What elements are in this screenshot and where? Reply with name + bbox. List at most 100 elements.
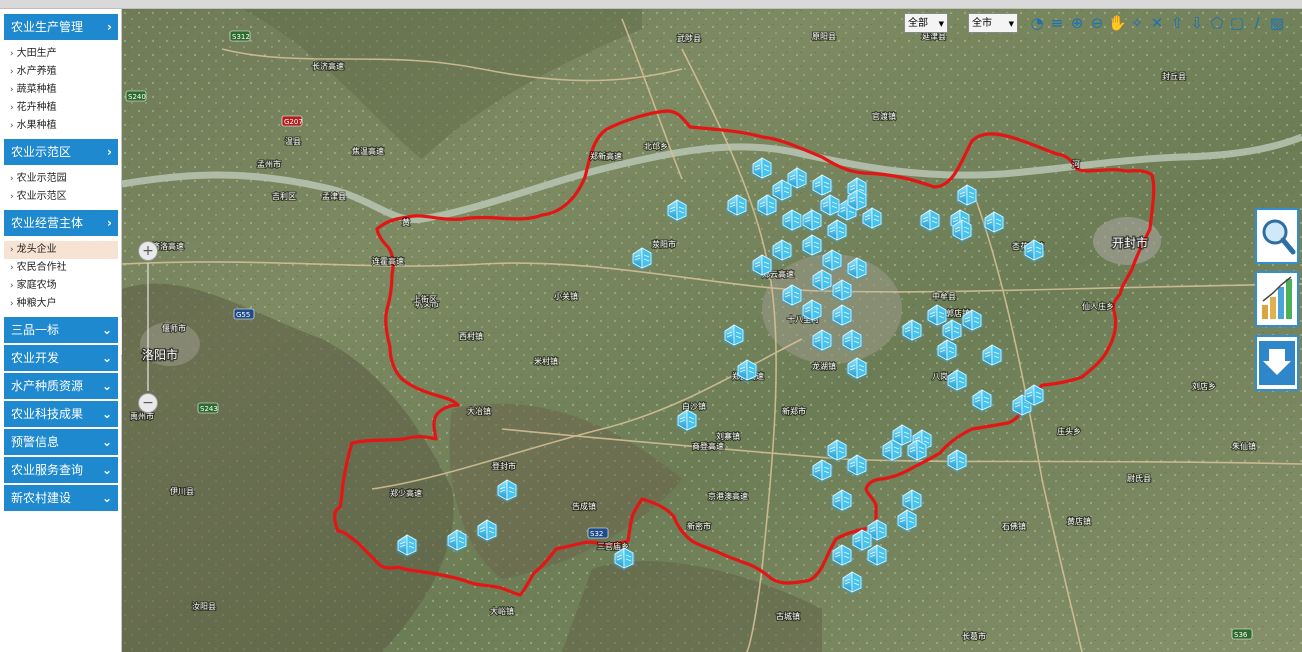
town-label: 刘店乡 bbox=[1192, 381, 1216, 391]
sidebar-item-label: 家庭农场 bbox=[16, 280, 57, 291]
sidebar-item[interactable]: › 水果种植 bbox=[4, 117, 118, 135]
city-label: 封丘县 bbox=[1162, 71, 1186, 81]
sidebar-section-header[interactable]: 农业开发 ⌄ bbox=[4, 345, 118, 373]
sidebar-item-label: 农业示范区 bbox=[16, 191, 67, 202]
sidebar-section-title: 水产种质资源 bbox=[11, 379, 84, 393]
town-label: 刘寨镇 bbox=[716, 431, 740, 441]
pan-hand-icon[interactable]: ✋ bbox=[1108, 14, 1127, 32]
sidebar-item[interactable]: › 龙头企业 bbox=[4, 241, 118, 259]
full-extent-icon[interactable]: ✧ bbox=[1128, 14, 1146, 32]
zoom-out-icon[interactable]: ⊖ bbox=[1088, 14, 1106, 32]
sidebar-section-header[interactable]: 水产种质资源 ⌄ bbox=[4, 373, 118, 401]
zoom-slider-track[interactable] bbox=[147, 263, 149, 391]
upload-icon[interactable]: ⇧ bbox=[1168, 14, 1186, 32]
zoom-in-button[interactable]: + bbox=[138, 241, 158, 261]
sidebar-item[interactable]: › 农业示范园 bbox=[4, 170, 118, 188]
sidebar-item[interactable]: › 大田生产 bbox=[4, 45, 118, 63]
zoom-in-icon[interactable]: ⊕ bbox=[1068, 14, 1086, 32]
map-canvas[interactable]: 洛阳市开封市登封市新郑市荥阳市巩义市偃师市孟州市温县武陟县 原阳县 延津县封丘县长葛… bbox=[122, 9, 1302, 652]
download-panel-button[interactable] bbox=[1255, 335, 1299, 391]
statistics-panel-button[interactable] bbox=[1255, 271, 1299, 327]
route-shield-label: S32 bbox=[590, 530, 603, 538]
sidebar-section-header[interactable]: 农业生产管理 › bbox=[4, 14, 118, 42]
dropdown-arrow-icon: ▼ bbox=[1008, 20, 1014, 28]
sidebar-item[interactable]: › 种粮大户 bbox=[4, 295, 118, 313]
river-label: 河 bbox=[1072, 159, 1080, 169]
town-label: 告成镇 bbox=[572, 501, 596, 511]
city-label: 孟津县 bbox=[322, 191, 346, 201]
river-label: 黄 bbox=[402, 217, 410, 227]
chevron-down-icon: ⌄ bbox=[101, 323, 112, 337]
sidebar-section-title: 新农村建设 bbox=[11, 491, 72, 505]
chevron-down-icon: ⌄ bbox=[101, 407, 112, 421]
pie-chart-icon[interactable]: ◔ bbox=[1028, 14, 1046, 32]
sidebar-item[interactable]: › 花卉种植 bbox=[4, 99, 118, 117]
sidebar-section-header[interactable]: 三品一标 ⌄ bbox=[4, 317, 118, 345]
polygon-icon[interactable]: ⬠ bbox=[1208, 14, 1226, 32]
sidebar-section-header[interactable]: 农业科技成果 ⌄ bbox=[4, 401, 118, 429]
route-shield-label: S243 bbox=[200, 405, 218, 413]
city-label: 吉利区 bbox=[272, 191, 296, 201]
sidebar-item-label: 种粮大户 bbox=[16, 298, 57, 309]
city-label: 孟州市 bbox=[257, 159, 281, 169]
sidebar-item[interactable]: › 水产养殖 bbox=[4, 63, 118, 81]
top-strip bbox=[0, 0, 1302, 9]
town-label: 上街区 bbox=[413, 294, 437, 304]
search-icon bbox=[1262, 219, 1296, 255]
zoom-control: + − bbox=[138, 241, 160, 416]
chevron-right-icon: › bbox=[10, 174, 14, 184]
sidebar-item-label: 水果种植 bbox=[16, 120, 57, 131]
map-view[interactable]: 洛阳市 开封市 登封市 新郑市 荥阳市 巩义市 偃师市 孟州市 温县 武陟县 原阳县 延津县 封丘县 长葛… bbox=[122, 9, 1302, 652]
layers-icon[interactable]: ≡ bbox=[1048, 14, 1066, 32]
chevron-down-icon: ⌄ bbox=[101, 463, 112, 477]
rectangle-icon[interactable]: ▢ bbox=[1228, 14, 1246, 32]
sidebar-sublist: › 大田生产 › 水产养殖 › 蔬菜种植 › 花卉种植 › 水果种植 bbox=[0, 42, 121, 139]
sidebar-section-header[interactable]: 预警信息 ⌄ bbox=[4, 429, 118, 457]
zoom-out-button[interactable]: − bbox=[138, 393, 158, 413]
town-label: 北邙乡 bbox=[644, 141, 668, 151]
sidebar-item[interactable]: › 农业示范区 bbox=[4, 188, 118, 206]
chevron-right-icon: › bbox=[10, 281, 14, 291]
chevron-down-icon: ⌄ bbox=[101, 491, 112, 505]
town-label: 白沙镇 bbox=[682, 401, 706, 411]
chevron-right-icon: › bbox=[107, 216, 112, 230]
chevron-right-icon: › bbox=[10, 85, 14, 95]
road-label: 京港澳高速 bbox=[708, 491, 748, 501]
chevron-right-icon: › bbox=[10, 299, 14, 309]
city-label: 伊川县 bbox=[170, 486, 194, 496]
road-label: 郑新高速 bbox=[590, 151, 622, 161]
sidebar-item[interactable]: › 农民合作社 bbox=[4, 259, 118, 277]
sidebar-item[interactable]: › 蔬菜种植 bbox=[4, 81, 118, 99]
city-label: 荥阳市 bbox=[652, 239, 676, 249]
clear-icon[interactable]: ✕ bbox=[1148, 14, 1166, 32]
download-icon[interactable]: ⇩ bbox=[1188, 14, 1206, 32]
sidebar-section-title: 农业服务查询 bbox=[11, 463, 84, 477]
sidebar-section-title: 三品一标 bbox=[11, 323, 60, 337]
sidebar-item-label: 花卉种植 bbox=[16, 102, 57, 113]
town-label: 仙人庄乡 bbox=[1082, 301, 1114, 311]
measure-line-icon[interactable]: ∕ bbox=[1248, 14, 1266, 32]
city-label: 中牟县 bbox=[932, 291, 956, 301]
city-label: 偃师市 bbox=[162, 323, 186, 333]
area-select[interactable]: 全市 ▼ bbox=[968, 13, 1018, 33]
city-label: 长葛市 bbox=[962, 631, 986, 641]
sidebar-sublist: › 龙头企业 › 农民合作社 › 家庭农场 › 种粮大户 bbox=[0, 238, 121, 317]
download-arrow-icon bbox=[1259, 341, 1295, 385]
chevron-down-icon: ⌄ bbox=[101, 435, 112, 449]
measure-area-icon[interactable]: ▨ bbox=[1268, 14, 1286, 32]
sidebar-section-title: 农业开发 bbox=[11, 351, 60, 365]
sidebar-section-header[interactable]: 农业服务查询 ⌄ bbox=[4, 457, 118, 485]
chevron-right-icon: › bbox=[107, 20, 112, 34]
route-shield-label: G207 bbox=[284, 118, 303, 126]
road-label: 郑少高速 bbox=[390, 488, 422, 498]
town-label: 朱仙镇 bbox=[1232, 441, 1256, 451]
type-select[interactable]: 全部 ▼ bbox=[904, 13, 948, 33]
sidebar-section-header[interactable]: 农业经营主体 › bbox=[4, 210, 118, 238]
sidebar-section-header[interactable]: 农业示范区 › bbox=[4, 139, 118, 167]
search-panel-button[interactable] bbox=[1255, 208, 1299, 264]
sidebar-section-header[interactable]: 新农村建设 ⌄ bbox=[4, 485, 118, 513]
chevron-right-icon: › bbox=[10, 245, 14, 255]
sidebar-section-title: 农业示范区 bbox=[11, 145, 72, 159]
sidebar-item[interactable]: › 家庭农场 bbox=[4, 277, 118, 295]
sidebar-item-label: 水产养殖 bbox=[16, 66, 57, 77]
